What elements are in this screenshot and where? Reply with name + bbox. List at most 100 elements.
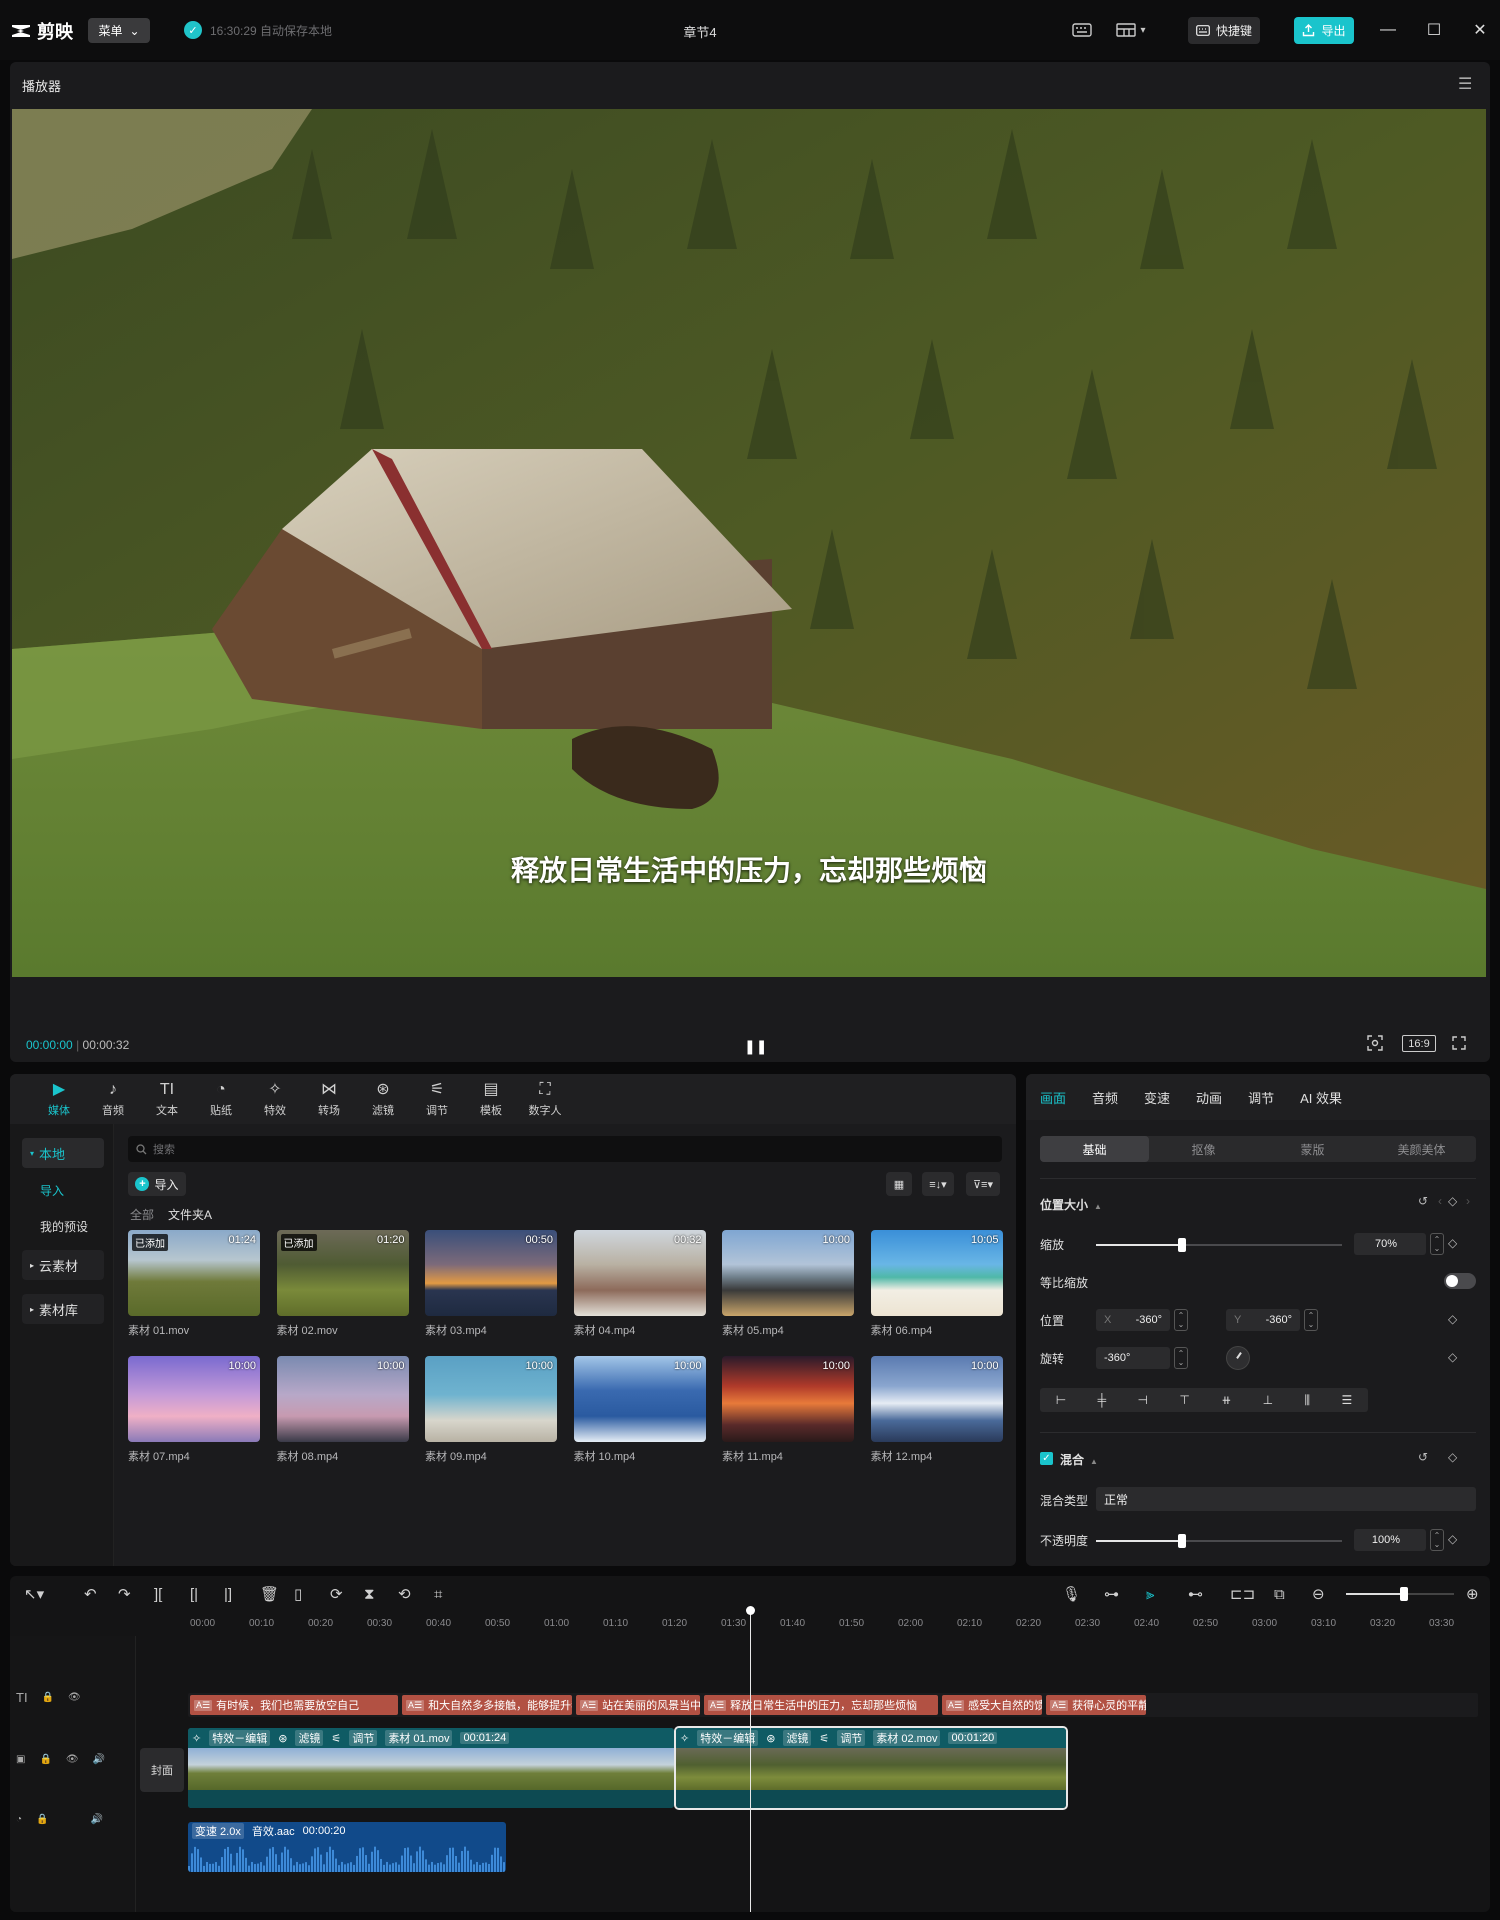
video-preview[interactable]: 释放日常生活中的压力，忘却那些烦恼	[12, 109, 1486, 977]
subtab-3[interactable]: 美颜美体	[1367, 1136, 1476, 1162]
tab-3[interactable]: 动画	[1196, 1088, 1222, 1107]
align-right-icon[interactable]: ⊣	[1137, 1393, 1147, 1407]
tab-2[interactable]: 变速	[1144, 1088, 1170, 1107]
tool-audio[interactable]: ♪ 音频	[86, 1074, 140, 1124]
distribute-v-icon[interactable]: ☰	[1341, 1393, 1352, 1407]
zoom-slider-handle[interactable]	[1400, 1587, 1408, 1601]
subtab-1[interactable]: 抠像	[1149, 1136, 1258, 1162]
next-keyframe-icon[interactable]: ›	[1466, 1194, 1470, 1208]
opacity-slider-handle[interactable]	[1178, 1534, 1187, 1548]
sidebar-item-cloud[interactable]: ▸ 云素材	[22, 1250, 104, 1280]
lock-icon[interactable]: 🔒	[42, 1692, 54, 1703]
lock-icon[interactable]: 🔒	[36, 1814, 48, 1825]
align-bottom-icon[interactable]: ⊥	[1263, 1393, 1273, 1407]
opacity-stepper[interactable]: ⌃ ⌄	[1430, 1529, 1444, 1551]
text-clip[interactable]: A☰ 和大自然多多接触，能够提升我	[402, 1695, 572, 1715]
section-position-size[interactable]: 位置大小 ▲	[1040, 1196, 1102, 1213]
position-y-stepper[interactable]: ⌃ ⌄	[1304, 1309, 1318, 1331]
speaker-icon[interactable]: 🔊	[91, 1814, 103, 1825]
freeze-icon[interactable]: ▯	[294, 1585, 302, 1603]
sidebar-item-local[interactable]: ▾ 本地	[22, 1138, 104, 1168]
subtab-0[interactable]: 基础	[1040, 1136, 1149, 1162]
distribute-h-icon[interactable]: ⫼	[1305, 1393, 1311, 1408]
crumb-folder[interactable]: 文件夹A	[168, 1206, 212, 1223]
video-clip[interactable]: ✧ 特效－编辑 ⊛ 滤镜 ⚟ 调节 素材 01.mov 00:01:24	[188, 1728, 674, 1808]
position-x-field[interactable]: X -360°	[1096, 1309, 1170, 1331]
eye-icon[interactable]: 👁	[66, 1754, 79, 1765]
tab-0[interactable]: 画面	[1040, 1088, 1066, 1107]
opacity-slider[interactable]	[1096, 1534, 1342, 1548]
keyframe-icon[interactable]: ◇	[1448, 1194, 1457, 1208]
minimize-icon[interactable]: —	[1376, 18, 1400, 42]
media-item[interactable]: 10:00 素材 08.mp4	[276, 1356, 409, 1464]
video-clip[interactable]: ✧ 特效－编辑 ⊛ 滤镜 ⚟ 调节 素材 02.mov 00:01:20	[674, 1726, 1068, 1810]
align-top-icon[interactable]: ⊤	[1179, 1393, 1189, 1407]
rotate-icon[interactable]: ⟲	[398, 1585, 411, 1603]
speaker-icon[interactable]: 🔊	[93, 1754, 105, 1765]
blend-keyframe-icon[interactable]: ◇	[1448, 1450, 1457, 1464]
zoom-slider[interactable]	[1346, 1587, 1454, 1601]
media-item[interactable]: 00:32 素材 04.mp4	[573, 1230, 706, 1338]
lock-icon[interactable]: 🔒	[39, 1754, 51, 1765]
tool-media[interactable]: ▶ 媒体	[32, 1074, 86, 1124]
tool-digital-human[interactable]: ⛶ 数字人	[518, 1074, 572, 1124]
export-button[interactable]: 导出	[1294, 17, 1354, 44]
tool-adjust[interactable]: ⚟ 调节	[410, 1074, 464, 1124]
screenshot-icon[interactable]	[1366, 1034, 1384, 1052]
sort-icon[interactable]: ≡↓▾	[922, 1172, 954, 1196]
media-item[interactable]: 00:50 素材 03.mp4	[425, 1230, 557, 1338]
sidebar-item-import[interactable]: 导入	[40, 1182, 64, 1199]
reset-icon[interactable]: ↺	[1418, 1194, 1428, 1208]
sidebar-item-presets[interactable]: 我的预设	[40, 1218, 88, 1235]
media-item[interactable]: 10:00 素材 11.mp4	[722, 1356, 854, 1464]
media-item[interactable]: 10:00 素材 07.mp4	[128, 1356, 260, 1464]
cover-button[interactable]: 封面	[140, 1748, 184, 1792]
microphone-icon[interactable]: 🎙	[1062, 1585, 1081, 1603]
keyboard-icon[interactable]	[1070, 18, 1094, 42]
close-icon[interactable]: ✕	[1468, 18, 1492, 42]
tab-5[interactable]: AI 效果	[1300, 1088, 1342, 1107]
media-item[interactable]: 10:00 素材 10.mp4	[573, 1356, 706, 1464]
text-clip[interactable]: A☰ 感受大自然的馈	[942, 1695, 1042, 1715]
eye-icon[interactable]: 👁	[68, 1692, 81, 1703]
text-clip[interactable]: A☰ 有时候，我们也需要放空自己	[190, 1695, 398, 1715]
linkage-icon[interactable]: ⊷	[1188, 1585, 1203, 1603]
blend-checkbox[interactable]: ✓	[1040, 1452, 1053, 1465]
media-item[interactable]: 10:00 素材 05.mp4	[722, 1230, 854, 1338]
rotation-keyframe-icon[interactable]: ◇	[1448, 1350, 1457, 1364]
blend-reset-icon[interactable]: ↺	[1418, 1450, 1428, 1464]
split-icon[interactable]: ][	[154, 1586, 162, 1603]
media-item[interactable]: 已添加 01:24 素材 01.mov	[128, 1230, 260, 1338]
blend-type-select[interactable]: 正常	[1096, 1487, 1476, 1511]
scale-value[interactable]: 70%	[1354, 1233, 1426, 1255]
rotation-dial[interactable]	[1226, 1346, 1250, 1370]
scale-slider-handle[interactable]	[1178, 1238, 1187, 1252]
scale-keyframe-icon[interactable]: ◇	[1448, 1236, 1457, 1250]
scale-stepper[interactable]: ⌃ ⌄	[1430, 1233, 1444, 1255]
hamburger-icon[interactable]: ☰	[1458, 74, 1472, 94]
reverse-icon[interactable]: ⟳	[330, 1585, 343, 1603]
crop-icon[interactable]: ⌗	[434, 1586, 442, 1603]
select-tool-icon[interactable]: ↖▾	[24, 1585, 44, 1603]
split-preview-icon[interactable]: ⊏⊐	[1230, 1585, 1255, 1603]
audio-clip[interactable]: 变速 2.0x 音效.aac 00:00:20	[188, 1822, 506, 1872]
media-item[interactable]: 10:05 素材 06.mp4	[870, 1230, 1003, 1338]
zoom-out-icon[interactable]: ⊖	[1312, 1585, 1325, 1603]
tool-template[interactable]: ▤ 模板	[464, 1074, 518, 1124]
uniform-scale-toggle[interactable]	[1444, 1273, 1476, 1289]
fullscreen-icon[interactable]	[1450, 1034, 1468, 1052]
preview-axis-icon[interactable]: ⧉	[1274, 1586, 1285, 1603]
undo-icon[interactable]: ↶	[84, 1585, 97, 1603]
playhead[interactable]	[750, 1608, 751, 1912]
maximize-icon[interactable]: ☐	[1422, 18, 1446, 42]
align-center-h-icon[interactable]: ╪	[1098, 1393, 1107, 1407]
align-middle-v-icon[interactable]: ⧺	[1221, 1393, 1231, 1407]
text-clip[interactable]: A☰ 获得心灵的平静	[1046, 1695, 1146, 1715]
shortcut-button[interactable]: 快捷键	[1188, 17, 1260, 44]
rotation-field[interactable]: -360°	[1096, 1347, 1170, 1369]
position-keyframe-icon[interactable]: ◇	[1448, 1312, 1457, 1326]
split-left-icon[interactable]: [|	[190, 1586, 198, 1603]
media-item[interactable]: 已添加 01:20 素材 02.mov	[276, 1230, 409, 1338]
section-blend[interactable]: 混合 ▲	[1060, 1451, 1098, 1468]
delete-icon[interactable]: 🗑	[260, 1585, 279, 1603]
